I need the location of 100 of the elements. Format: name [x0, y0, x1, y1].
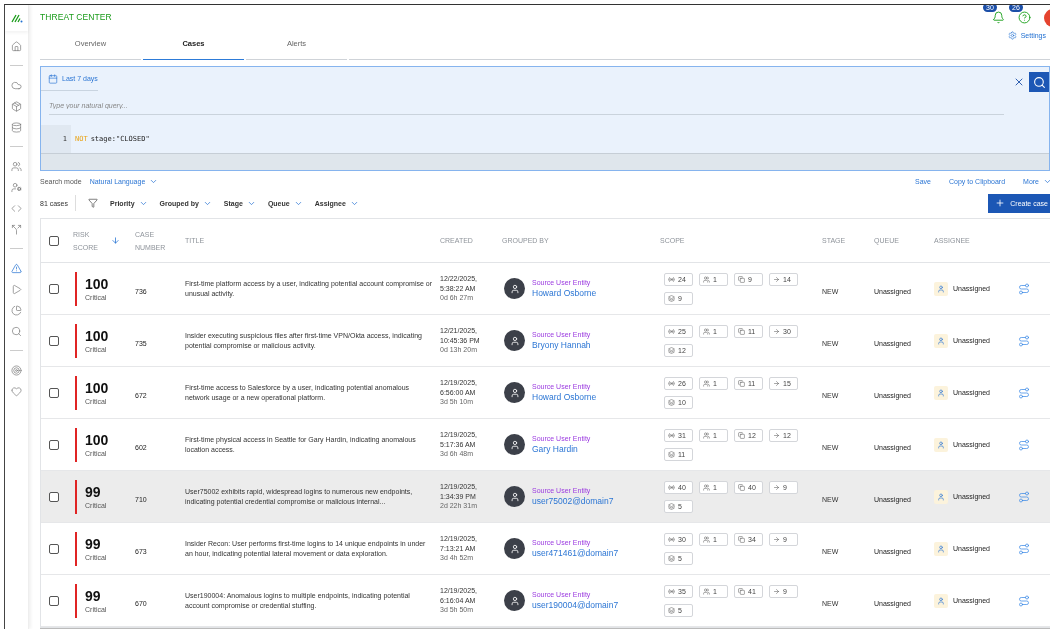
logo-icon	[10, 13, 23, 23]
sidebar-item[interactable]	[9, 363, 24, 377]
nav-icon	[11, 100, 22, 112]
risk-score: 100	[85, 276, 109, 292]
nav-icon	[11, 364, 22, 376]
users-icon	[703, 535, 710, 543]
route-icon	[1018, 542, 1030, 555]
sidebar-item[interactable]	[9, 120, 24, 134]
route-button[interactable]	[1018, 334, 1030, 347]
layers-icon	[668, 502, 675, 510]
route-button[interactable]	[1018, 438, 1030, 451]
entity-link[interactable]: Bryony Hannah	[532, 340, 591, 350]
row-checkbox[interactable]	[49, 543, 59, 554]
entity-link[interactable]: Howard Osborne	[532, 288, 597, 298]
arrow-icon	[773, 431, 780, 439]
entity-link[interactable]: Gary Hardin	[532, 444, 591, 454]
risk-score: 100	[85, 328, 109, 344]
nav-icon	[11, 79, 22, 91]
close-icon[interactable]	[1013, 76, 1025, 88]
sidebar-item[interactable]	[9, 180, 24, 194]
row-checkbox[interactable]	[49, 335, 59, 346]
nav-icon	[11, 304, 22, 316]
route-button[interactable]	[1018, 594, 1030, 607]
sidebar-item[interactable]	[9, 303, 24, 317]
person-icon	[509, 543, 520, 554]
person-icon	[509, 439, 520, 450]
row-checkbox[interactable]	[49, 595, 59, 606]
sidebar-item[interactable]	[9, 261, 24, 275]
copy-icon	[738, 379, 745, 387]
case-row[interactable]	[41, 471, 1050, 523]
copy-icon	[738, 327, 745, 335]
nav-icon	[11, 325, 22, 337]
route-button[interactable]	[1018, 542, 1030, 555]
sidebar-item[interactable]	[9, 99, 24, 113]
users-icon	[703, 275, 710, 283]
person-icon	[509, 595, 520, 606]
sidebar-item[interactable]	[9, 324, 24, 338]
arrow-icon	[773, 587, 780, 595]
signal-icon	[668, 275, 675, 283]
arrow-icon	[773, 327, 780, 335]
row-checkbox[interactable]	[49, 387, 59, 398]
signal-icon	[668, 483, 675, 491]
risk-score: 100	[85, 380, 109, 396]
route-button[interactable]	[1018, 386, 1030, 399]
layers-icon	[668, 398, 675, 406]
help-button[interactable]	[1018, 11, 1032, 25]
risk-score: 99	[85, 536, 102, 552]
select-all-checkbox[interactable]	[49, 235, 59, 246]
funnel-icon	[88, 198, 99, 208]
sidebar-item[interactable]	[9, 384, 24, 398]
layers-icon	[668, 346, 675, 354]
signal-icon	[668, 535, 675, 543]
signal-icon	[668, 379, 675, 387]
copy-icon	[738, 431, 745, 439]
sidebar-item[interactable]	[9, 39, 24, 53]
search-button[interactable]	[1029, 72, 1049, 92]
nav-icon	[11, 121, 22, 133]
row-checkbox[interactable]	[49, 283, 59, 294]
sidebar-item[interactable]	[9, 159, 24, 173]
row-checkbox[interactable]	[49, 439, 59, 450]
nav-icon	[11, 223, 22, 235]
route-button[interactable]	[1018, 282, 1030, 295]
sort-icon[interactable]	[111, 236, 120, 245]
close-glyph-icon	[1013, 76, 1025, 88]
copy-icon	[738, 587, 745, 595]
notifications-button[interactable]	[992, 11, 1006, 25]
route-icon	[1018, 594, 1030, 607]
nav-icon	[11, 283, 22, 295]
person-icon	[509, 283, 520, 294]
copy-icon	[738, 535, 745, 543]
app-title: THREAT CENTER	[40, 12, 112, 22]
users-icon	[703, 483, 710, 491]
risk-score: 99	[85, 484, 102, 500]
nav-icon	[11, 262, 22, 274]
route-icon	[1018, 386, 1030, 399]
entity-link[interactable]: Howard Osborne	[532, 392, 597, 402]
signal-icon	[668, 431, 675, 439]
layers-icon	[668, 294, 675, 302]
route-icon	[1018, 438, 1030, 451]
row-checkbox[interactable]	[49, 491, 59, 502]
arrow-icon	[773, 275, 780, 283]
calendar-icon	[48, 73, 58, 84]
signal-icon	[668, 587, 675, 595]
settings-icon	[1007, 31, 1017, 40]
route-icon	[1018, 334, 1030, 347]
arrow-icon	[773, 483, 780, 491]
entity-link[interactable]: user190004@domain7	[532, 600, 619, 610]
person-icon	[509, 335, 520, 346]
entity-link[interactable]: user471461@domain7	[532, 548, 619, 558]
sidebar-item[interactable]	[9, 222, 24, 236]
layers-icon	[668, 450, 675, 458]
route-button[interactable]	[1018, 490, 1030, 503]
nav-icon	[11, 202, 22, 214]
help-icon	[1018, 11, 1031, 24]
risk-score: 99	[85, 588, 102, 604]
route-icon	[1018, 282, 1030, 295]
filter-icon[interactable]	[88, 198, 99, 208]
users-icon	[703, 379, 710, 387]
arrow-icon	[773, 379, 780, 387]
entity-link[interactable]: user75002@domain7	[532, 496, 614, 506]
